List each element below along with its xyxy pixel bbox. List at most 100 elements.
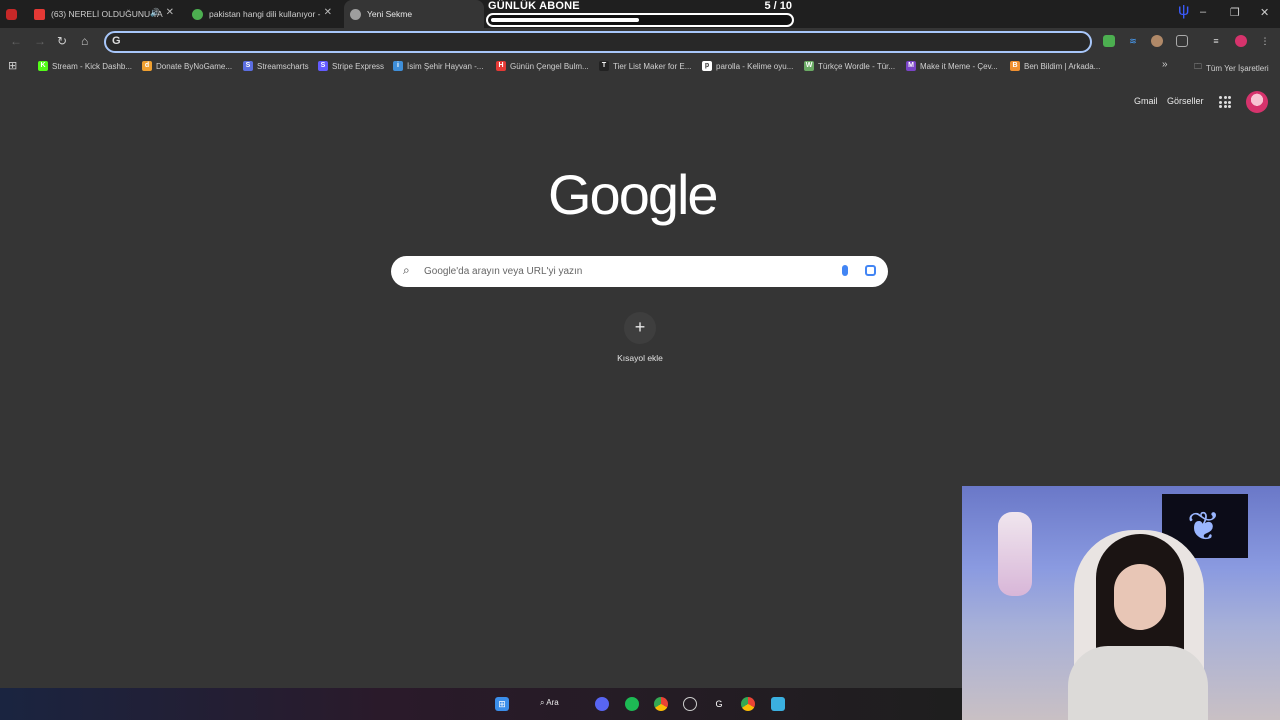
bookmark-label: Günün Çengel Bulm...	[510, 61, 589, 71]
taskbar-search-label: Ara	[546, 698, 559, 707]
close-icon[interactable]: ✕	[324, 7, 332, 18]
discord-icon[interactable]	[595, 697, 609, 711]
images-link[interactable]: Görseller	[1167, 96, 1204, 106]
search-icon: ⌕	[403, 263, 410, 277]
address-bar[interactable]: G	[104, 31, 1092, 53]
goal-count: 5 / 10	[764, 0, 792, 12]
bookmark-favicon-icon: W	[804, 61, 814, 71]
audio-extension-icon[interactable]: ≋	[1127, 35, 1139, 47]
bookmark-favicon-icon: i	[393, 61, 403, 71]
subscriber-goal-overlay: GÜNLÜK ABONE 5 / 10	[484, 0, 796, 28]
bookmark-favicon-icon: M	[906, 61, 916, 71]
bookmark-label: Türkçe Wordle - Tür...	[818, 61, 896, 71]
bookmark-favicon-icon: T	[599, 61, 609, 71]
close-icon[interactable]: ✕	[166, 7, 174, 18]
notepad-icon[interactable]	[771, 697, 785, 711]
windows-start-icon[interactable]: ⊞	[495, 697, 509, 711]
back-icon[interactable]: ←	[10, 34, 22, 48]
lens-icon[interactable]	[865, 265, 876, 276]
bookmark-label: Tier List Maker for E...	[613, 61, 692, 71]
webcam-feed: ❦	[962, 486, 1280, 720]
bookmark-label: Donate ByNoGame...	[156, 61, 233, 71]
app-icon	[6, 8, 17, 20]
bookmark-item[interactable]: d Donate ByNoGame...	[142, 61, 232, 71]
chrome-active-icon[interactable]	[741, 697, 755, 711]
all-bookmarks-label: Tüm Yer İşaretleri	[1206, 63, 1269, 73]
forward-icon[interactable]: →	[34, 34, 46, 48]
microphone	[998, 512, 1032, 596]
bookmark-item[interactable]: S Stripe Express	[318, 61, 384, 71]
tab-menu-icon[interactable]	[6, 0, 26, 28]
goal-title: GÜNLÜK ABONE	[488, 0, 580, 12]
bookmark-item[interactable]: p parolla - Kelime oyu...	[702, 61, 793, 71]
bookmark-label: Stream - Kick Dashb...	[52, 61, 133, 71]
bookmark-label: Stripe Express	[332, 61, 385, 71]
bookmark-label: Streamscharts	[257, 61, 309, 71]
tab-1-label: (63) NERELİ OLDUĞUNU TA	[51, 9, 163, 19]
tab-2[interactable]: pakistan hangi dili kullanıyor - ✕	[188, 0, 338, 28]
speaker-icon[interactable]: 🔊	[150, 8, 160, 17]
bookmark-label: parolla - Kelime oyu...	[716, 61, 794, 71]
google-logo: Google	[548, 163, 719, 226]
chrome-icon	[350, 8, 361, 20]
extensions-icon[interactable]	[1176, 35, 1188, 47]
bookmark-item[interactable]: H Günün Çengel Bulm...	[496, 61, 589, 71]
tab-3[interactable]: Yeni Sekme	[344, 0, 484, 28]
spotify-icon[interactable]	[625, 697, 639, 711]
all-bookmarks[interactable]: 🗀 Tüm Yer İşaretleri	[1194, 61, 1269, 75]
mic-icon[interactable]	[842, 265, 848, 276]
streamer-body	[1068, 646, 1208, 720]
close-window-icon[interactable]: ✕	[1260, 6, 1269, 19]
bookmark-favicon-icon: K	[38, 61, 48, 71]
bookmark-favicon-icon: S	[318, 61, 328, 71]
bookmark-favicon-icon: S	[243, 61, 253, 71]
gmail-link[interactable]: Gmail	[1134, 96, 1158, 106]
folder-icon: 🗀	[1194, 62, 1202, 71]
taskbar-search[interactable]: ⌕ Ara	[540, 698, 559, 708]
bookmark-item[interactable]: T Tier List Maker for E...	[599, 61, 691, 71]
minimize-icon[interactable]: –	[1200, 6, 1206, 18]
cookie-extension-icon[interactable]	[1151, 35, 1163, 47]
bookmarks-bar: ⊞ K Stream - Kick Dashb... d Donate ByNoGam…	[0, 56, 1280, 78]
streamer-face	[1114, 564, 1166, 630]
chrome-icon[interactable]	[654, 697, 668, 711]
shield-extension-icon[interactable]	[1103, 35, 1115, 47]
tab-2-label: pakistan hangi dili kullanıyor -	[209, 9, 321, 19]
google-search-icon: G	[112, 35, 121, 47]
google-apps-icon[interactable]	[1219, 96, 1231, 108]
bookmark-favicon-icon: d	[142, 61, 152, 71]
tab-3-label: Yeni Sekme	[367, 9, 413, 19]
bookmarks-more-icon[interactable]: »	[1162, 59, 1168, 70]
screen: (63) NERELİ OLDUĞUNU TA 🔊 ✕ pakistan han…	[0, 0, 1280, 720]
bookmark-label: İsim Şehir Hayvan -...	[407, 61, 484, 71]
bookmark-item[interactable]: B Ben Bildim | Arkada...	[1010, 61, 1100, 71]
bookmark-item[interactable]: K Stream - Kick Dashb...	[38, 61, 132, 71]
menu-icon[interactable]: ⋮	[1259, 35, 1271, 47]
bookmark-item[interactable]: i İsim Şehir Hayvan -...	[393, 61, 483, 71]
reload-icon[interactable]: ↻	[57, 34, 67, 48]
search-placeholder: Google'da arayın veya URL'yi yazın	[424, 266, 583, 277]
bookmark-item[interactable]: W Türkçe Wordle - Tür...	[804, 61, 895, 71]
profile-icon[interactable]	[1235, 35, 1247, 47]
media-control-icon[interactable]: ≡	[1210, 35, 1222, 47]
bookmark-item[interactable]: S Streamscharts	[243, 61, 309, 71]
restore-icon[interactable]: ❐	[1230, 6, 1240, 19]
bookmark-item[interactable]: M Make it Meme - Çev...	[906, 61, 998, 71]
search-box[interactable]: ⌕ Google'da arayın veya URL'yi yazın	[391, 256, 888, 287]
goal-progress-bar	[486, 13, 794, 27]
logo-icon: ψ	[1178, 2, 1190, 19]
bookmark-label: Ben Bildim | Arkada...	[1024, 61, 1101, 71]
apps-grid-icon[interactable]: ⊞	[8, 59, 17, 72]
add-shortcut-label: Kısayol ekle	[617, 353, 663, 363]
steam-icon[interactable]	[683, 697, 697, 711]
home-icon[interactable]: ⌂	[81, 34, 88, 48]
google-icon	[192, 8, 203, 20]
avatar[interactable]	[1246, 91, 1268, 113]
taskbar: ⊞ ⌕ Ara G	[0, 688, 962, 720]
add-shortcut-button[interactable]: +	[624, 312, 656, 344]
bookmark-label: Make it Meme - Çev...	[920, 61, 998, 71]
logitech-icon[interactable]: G	[712, 697, 726, 711]
goal-progress-fill	[491, 18, 639, 22]
bookmark-favicon-icon: H	[496, 61, 506, 71]
tab-1[interactable]: (63) NERELİ OLDUĞUNU TA 🔊 ✕	[30, 0, 180, 28]
